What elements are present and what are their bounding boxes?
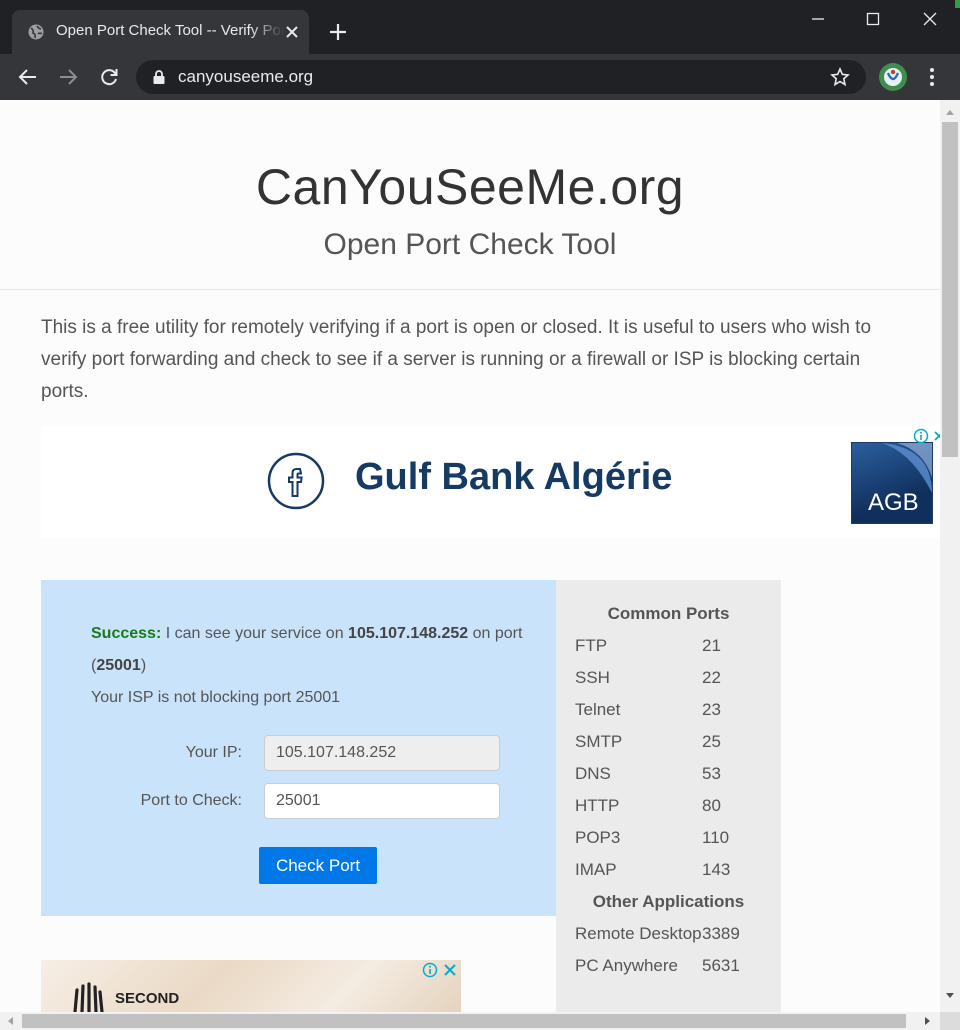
intro-paragraph: This is a free utility for remotely veri… xyxy=(41,317,872,402)
result-panel: Success: I can see your service on 105.1… xyxy=(41,580,556,916)
port-input[interactable] xyxy=(264,783,500,819)
ad-banner[interactable]: Gulf Bank Algérie AGB xyxy=(41,426,940,538)
tab-close-icon[interactable] xyxy=(284,24,300,40)
isp-message: Your ISP is not blocking port 25001 xyxy=(91,689,341,706)
site-subtitle: Open Port Check Tool xyxy=(323,228,617,261)
ad-close-icon[interactable] xyxy=(443,962,457,978)
app-port: 3389 xyxy=(702,924,740,943)
port-number: 25 xyxy=(702,732,721,751)
common-ports-heading: Common Ports xyxy=(607,604,730,623)
page-viewport: CanYouSeeMe.org Open Port Check Tool Thi… xyxy=(0,100,940,1012)
hand-logo-icon xyxy=(73,982,104,1012)
port-name: Telnet xyxy=(575,700,621,719)
browser-tab[interactable]: Open Port Check Tool -- Verify Port Forw… xyxy=(12,10,309,54)
adchoices-icon[interactable] xyxy=(422,962,438,978)
browser-toolbar: canyouseeme.org xyxy=(0,54,960,100)
ad-banner-text: Gulf Bank Algérie xyxy=(355,456,673,498)
vertical-scrollbar[interactable] xyxy=(940,100,960,1012)
port-number: 80 xyxy=(702,796,721,815)
port-name: SSH xyxy=(575,668,610,687)
ip-field[interactable] xyxy=(264,735,500,771)
site-title: CanYouSeeMe.org xyxy=(255,159,685,215)
status-message: Success: I can see your service on 105.1… xyxy=(91,618,531,714)
more-menu-icon[interactable] xyxy=(922,65,942,89)
window-accent xyxy=(955,0,960,8)
scroll-down-icon[interactable] xyxy=(945,992,955,1000)
scrollbar-corner xyxy=(940,1012,960,1030)
minimize-icon[interactable] xyxy=(788,0,846,38)
port-number: 53 xyxy=(702,764,721,783)
detected-port: 25001 xyxy=(96,657,141,674)
status-text-1: I can see your service on xyxy=(165,625,344,642)
port-number: 143 xyxy=(702,860,731,879)
port-name: HTTP xyxy=(575,796,620,815)
detected-ip: 105.107.148.252 xyxy=(348,625,469,642)
facebook-icon xyxy=(267,452,325,510)
port-number: 110 xyxy=(702,828,730,847)
close-window-icon[interactable] xyxy=(902,0,960,38)
tab-strip: Open Port Check Tool -- Verify Port Forw… xyxy=(0,0,960,54)
app-port: 5631 xyxy=(702,956,740,975)
success-label: Success: xyxy=(91,625,162,642)
agb-logo-text: AGB xyxy=(868,489,919,516)
port-number: 21 xyxy=(702,636,721,655)
port-name: POP3 xyxy=(575,828,621,847)
port-name: FTP xyxy=(575,636,608,655)
profile-picture-icon xyxy=(879,63,907,91)
address-bar[interactable]: canyouseeme.org xyxy=(136,60,866,94)
bookmark-star-icon[interactable] xyxy=(830,67,850,87)
agb-logo: AGB xyxy=(851,442,933,524)
scroll-left-icon[interactable] xyxy=(6,1016,14,1026)
port-name: SMTP xyxy=(575,732,623,751)
app-name: Remote Desktop xyxy=(575,924,702,943)
ad-close-icon[interactable] xyxy=(933,428,940,444)
new-tab-icon[interactable] xyxy=(326,20,350,44)
check-port-button[interactable]: Check Port xyxy=(259,847,377,884)
tab-title: Open Port Check Tool -- Verify Port Forw… xyxy=(56,22,284,39)
adchoices-icon[interactable] xyxy=(913,428,929,444)
globe-icon xyxy=(28,24,44,40)
horizontal-scroll-thumb[interactable] xyxy=(22,1014,906,1028)
common-ports-panel: Common Ports FTP 21 SSH 22 Telnet 23 SMT… xyxy=(556,580,781,1012)
port-name: IMAP xyxy=(575,860,617,879)
status-text-3: ) xyxy=(140,657,147,674)
app-name: PC Anywhere xyxy=(575,956,678,975)
back-arrow-icon[interactable] xyxy=(17,66,39,88)
lock-icon xyxy=(153,70,165,84)
vertical-scroll-thumb[interactable] xyxy=(942,122,958,457)
ip-label: Your IP: xyxy=(185,744,242,761)
port-label: Port to Check: xyxy=(140,792,242,809)
bottom-ad[interactable]: SECOND xyxy=(41,960,461,1012)
maximize-icon[interactable] xyxy=(844,0,902,38)
horizontal-scrollbar[interactable] xyxy=(0,1012,960,1030)
scroll-up-icon[interactable] xyxy=(945,108,955,116)
forward-arrow-icon[interactable] xyxy=(57,66,79,88)
profile-avatar[interactable] xyxy=(879,63,907,91)
port-number: 23 xyxy=(702,700,721,719)
bottom-ad-text: SECOND xyxy=(115,990,180,1007)
reload-icon[interactable] xyxy=(98,66,120,88)
url-text: canyouseeme.org xyxy=(178,67,314,86)
scroll-right-icon[interactable] xyxy=(924,1016,932,1026)
port-name: DNS xyxy=(575,764,611,783)
header-divider xyxy=(0,289,940,290)
other-apps-heading: Other Applications xyxy=(592,892,745,911)
port-number: 22 xyxy=(702,668,721,687)
